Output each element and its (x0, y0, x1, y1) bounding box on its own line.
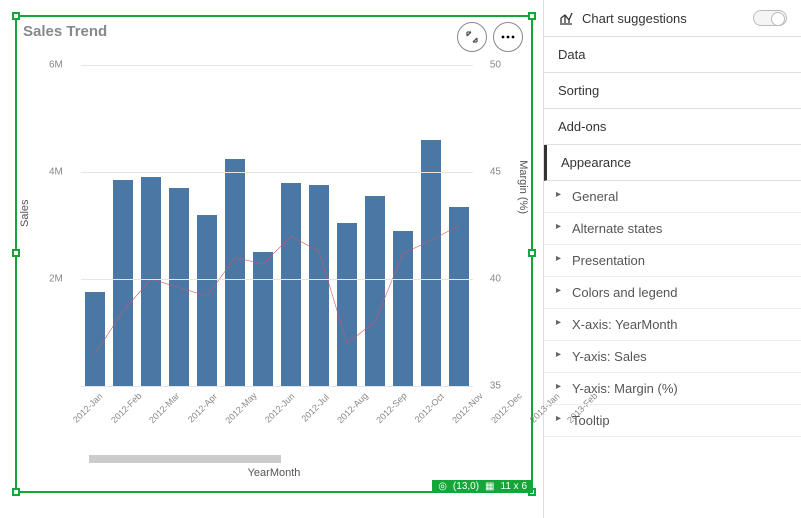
panel-section-sorting[interactable]: Sorting (544, 73, 801, 109)
chart-suggestions-toggle[interactable] (753, 10, 787, 26)
properties-panel: Chart suggestions DataSortingAdd-onsAppe… (543, 0, 801, 518)
resize-handle-mr[interactable] (528, 249, 536, 257)
y-right-tick: 35 (490, 381, 501, 392)
y-right-tick: 45 (490, 167, 501, 178)
resize-handle-tr[interactable] (528, 12, 536, 20)
grid-icon: ▦ (485, 481, 494, 492)
y-left-tick: 2M (49, 274, 63, 285)
y-right-tick: 50 (490, 60, 501, 71)
target-icon: ◎ (438, 481, 447, 492)
selection-size: 11 x 6 (501, 481, 528, 492)
chart-suggestions-row[interactable]: Chart suggestions (544, 0, 801, 37)
appearance-item[interactable]: X-axis: YearMonth (544, 309, 801, 341)
chart-suggestions-icon (558, 10, 574, 26)
selection-info: ◎ (13,0) ▦ 11 x 6 (432, 480, 533, 493)
fullscreen-button[interactable] (457, 22, 487, 52)
appearance-item[interactable]: General (544, 181, 801, 213)
appearance-item[interactable]: Y-axis: Margin (%) (544, 373, 801, 405)
more-options-button[interactable] (493, 22, 523, 52)
selection-coord: (13,0) (453, 481, 479, 492)
panel-section-add-ons[interactable]: Add-ons (544, 109, 801, 145)
y-right-tick: 40 (490, 274, 501, 285)
x-axis-label: YearMonth (17, 467, 531, 479)
appearance-item[interactable]: Tooltip (544, 405, 801, 437)
resize-handle-ml[interactable] (12, 249, 20, 257)
panel-section-data[interactable]: Data (544, 37, 801, 73)
chart-title: Sales Trend (17, 17, 531, 40)
appearance-item[interactable]: Colors and legend (544, 277, 801, 309)
plot-area: 2M4M6M35404550 (81, 65, 473, 387)
resize-handle-tl[interactable] (12, 12, 20, 20)
chart-suggestions-label: Chart suggestions (582, 11, 687, 26)
resize-handle-bl[interactable] (12, 488, 20, 496)
appearance-item[interactable]: Alternate states (544, 213, 801, 245)
y-axis-right-label: Margin (%) (517, 161, 529, 215)
appearance-item[interactable]: Presentation (544, 245, 801, 277)
selection-frame[interactable]: Sales Trend Sales Margin (%) 2M4M6M35404… (15, 15, 533, 493)
y-left-tick: 6M (49, 60, 63, 71)
margin-line[interactable] (95, 226, 459, 354)
y-axis-left-label: Sales (19, 199, 31, 227)
panel-section-appearance[interactable]: Appearance (544, 145, 801, 181)
chart-scroll-track[interactable] (89, 455, 281, 463)
appearance-item[interactable]: Y-axis: Sales (544, 341, 801, 373)
chart-body: Sales Margin (%) 2M4M6M35404550 2012-Jan… (45, 65, 509, 419)
chart-canvas: Sales Trend Sales Margin (%) 2M4M6M35404… (0, 0, 543, 518)
y-left-tick: 4M (49, 167, 63, 178)
